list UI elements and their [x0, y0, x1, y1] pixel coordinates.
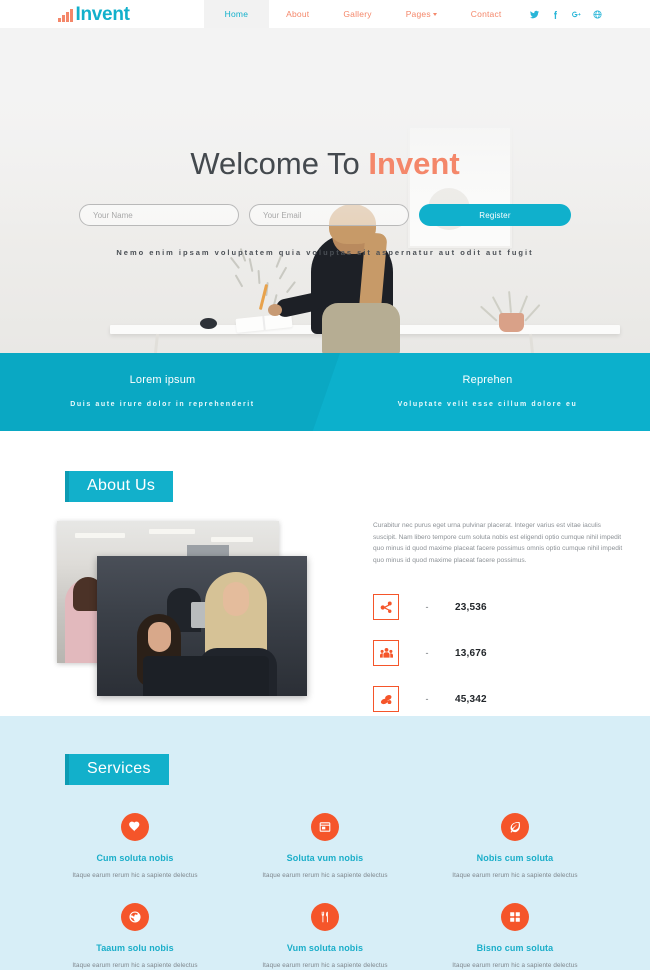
bar-chart-icon — [58, 8, 73, 24]
nav-item-contact[interactable]: Contact — [454, 0, 519, 28]
hero-title-accent: Invent — [368, 146, 460, 181]
banner-left-title: Lorem ipsum — [129, 373, 196, 386]
service-card[interactable]: Bisno cum soluta Itaque earum rerum hic … — [420, 897, 610, 970]
globe-icon — [120, 903, 149, 931]
grid-icon — [500, 903, 529, 931]
site-header: Invent Home About Gallery Pages Contact — [0, 0, 650, 28]
about-section-title: About Us — [65, 471, 174, 502]
banner-column-left: Lorem ipsum Duis aute irure dolor in rep… — [0, 353, 325, 431]
service-card[interactable]: Soluta vum nobis Itaque earum rerum hic … — [230, 807, 420, 897]
nav-item-about[interactable]: About — [269, 0, 326, 28]
hero-title-plain: Welcome To — [190, 146, 369, 181]
stat-dash: - — [425, 602, 429, 612]
chevron-down-icon — [432, 13, 437, 17]
register-button[interactable]: Register — [419, 204, 571, 226]
globe-icon[interactable] — [593, 9, 602, 19]
service-title: Nobis cum soluta — [476, 853, 554, 863]
about-paragraph: Curabitur nec purus eget urna pulvinar p… — [373, 522, 623, 564]
feature-banner: Lorem ipsum Duis aute irure dolor in rep… — [0, 353, 650, 431]
facebook-icon[interactable] — [551, 10, 560, 19]
cutlery-icon — [310, 903, 339, 931]
about-photo-front — [97, 556, 307, 696]
about-content: Curabitur nec purus eget urna pulvinar p… — [373, 518, 625, 722]
stat-row: - 13,676 — [373, 630, 625, 676]
name-input[interactable] — [79, 204, 239, 226]
service-desc: Itaque earum rerum hic a sapiente delect… — [72, 962, 198, 969]
email-input[interactable] — [249, 204, 409, 226]
service-title: Cum soluta nobis — [96, 853, 174, 863]
heart-icon — [120, 813, 149, 841]
stat-row: - 45,342 — [373, 676, 625, 722]
nav-item-pages-label: Pages — [405, 9, 431, 19]
banner-column-right: Reprehen Voluptate velit esse cillum dol… — [325, 353, 650, 431]
service-card[interactable]: Vum soluta nobis Itaque earum rerum hic … — [230, 897, 420, 970]
hero-section: Welcome To Invent Register Nemo enim ips… — [0, 28, 650, 353]
twitter-icon[interactable] — [530, 10, 539, 19]
nav-item-gallery[interactable]: Gallery — [326, 0, 388, 28]
hero-subtitle: Nemo enim ipsam voluptatem quia voluptas… — [116, 248, 534, 257]
social-links — [530, 9, 602, 19]
stat-value: 23,536 — [455, 601, 487, 613]
banner-right-title: Reprehen — [462, 373, 513, 386]
logo-text: Invent — [75, 3, 130, 25]
services-grid: Cum soluta nobis Itaque earum rerum hic … — [0, 785, 650, 970]
coins-icon — [373, 686, 399, 712]
hero-register-form: Register — [79, 204, 571, 226]
service-card[interactable]: Taaum solu nobis Itaque earum rerum hic … — [40, 897, 230, 970]
nav-item-home[interactable]: Home — [203, 0, 270, 28]
main-navigation: Home About Gallery Pages Contact — [203, 0, 519, 28]
banner-left-text: Duis aute irure dolor in reprehenderit — [70, 400, 255, 408]
service-desc: Itaque earum rerum hic a sapiente delect… — [452, 872, 578, 879]
about-stats: - 23,536 - 13,676 - 45,342 — [373, 584, 625, 722]
services-section-title: Services — [65, 754, 169, 785]
hero-title: Welcome To Invent — [0, 146, 650, 182]
site-logo[interactable]: Invent — [58, 5, 130, 24]
stat-value: 45,342 — [455, 693, 487, 705]
service-desc: Itaque earum rerum hic a sapiente delect… — [262, 872, 388, 879]
stat-row: - 23,536 — [373, 584, 625, 630]
service-desc: Itaque earum rerum hic a sapiente delect… — [72, 872, 198, 879]
stat-dash: - — [425, 648, 429, 658]
service-desc: Itaque earum rerum hic a sapiente delect… — [452, 962, 578, 969]
about-photos — [55, 518, 355, 698]
service-title: Taaum solu nobis — [96, 943, 174, 953]
service-title: Soluta vum nobis — [286, 853, 364, 863]
window-icon — [310, 813, 339, 841]
nav-item-pages[interactable]: Pages — [389, 0, 454, 28]
service-title: Vum soluta nobis — [286, 943, 364, 953]
service-card[interactable]: Cum soluta nobis Itaque earum rerum hic … — [40, 807, 230, 897]
service-card[interactable]: Nobis cum soluta Itaque earum rerum hic … — [420, 807, 610, 897]
service-title: Bisno cum soluta — [476, 943, 554, 953]
leaf-icon — [500, 813, 529, 841]
stat-dash: - — [425, 694, 429, 704]
banner-right-text: Voluptate velit esse cillum dolore eu — [397, 400, 578, 408]
users-group-icon — [373, 640, 399, 666]
service-desc: Itaque earum rerum hic a sapiente delect… — [262, 962, 388, 969]
about-section: About Us Curabitur nec purus eget urna p… — [0, 431, 650, 716]
share-nodes-icon — [373, 594, 399, 620]
google-plus-icon[interactable] — [572, 10, 581, 19]
services-section: Services Cum soluta nobis Itaque earum r… — [0, 716, 650, 970]
stat-value: 13,676 — [455, 647, 487, 659]
